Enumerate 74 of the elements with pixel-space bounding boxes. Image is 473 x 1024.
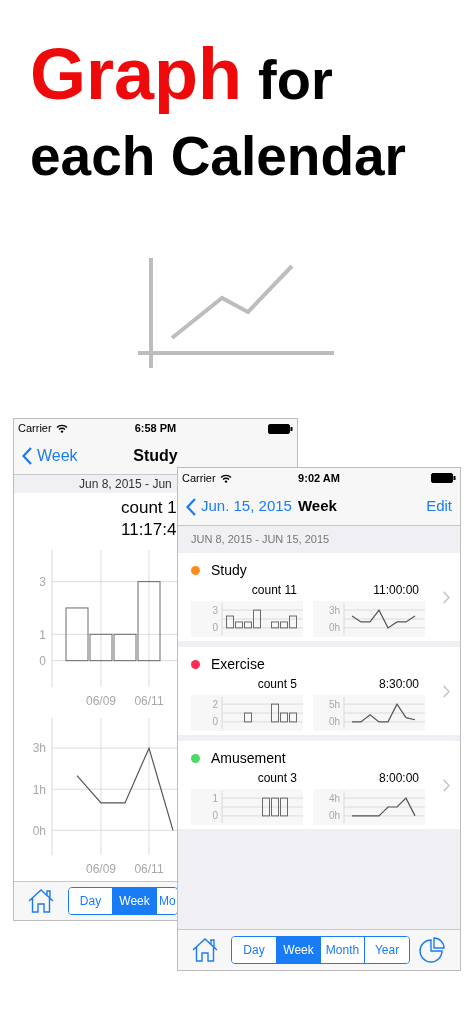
axis-label: 0h [328,622,340,633]
status-time: 6:58 PM [134,421,177,437]
home-icon[interactable] [192,938,218,962]
segment-tab[interactable]: Week [112,887,156,914]
segment-tab[interactable]: Day [232,937,276,963]
axis-label: 06/11 [134,861,164,876]
carrier-label: Carrier [18,421,52,437]
calendar-name: Exercise [211,655,265,674]
segment-tab[interactable]: Week [276,937,320,963]
nav-title: Study [133,445,178,466]
back-button[interactable]: Jun. 15, 2015 [186,495,292,518]
back-button[interactable]: Week [14,443,78,468]
chart-line [351,608,416,629]
axis-label: 0h [328,716,340,727]
axis-label: 1h [32,782,46,797]
axis-label: 3 [212,604,218,616]
edit-button[interactable]: Edit [426,495,452,518]
axis-label: 0 [39,653,46,668]
chart-line [351,702,416,722]
chevron-right-icon [443,590,450,604]
axis-label: 0 [212,622,218,633]
axis-label: 3 [39,574,46,589]
calendar-row[interactable]: Study count 11 3 0 11:00:00 3h 0h [178,553,460,641]
nav-title: Week [297,496,337,517]
segment-tab[interactable]: Year [364,937,409,963]
battery-icon [431,473,456,483]
axis-label: 2 [212,698,218,710]
carrier-label: Carrier [182,470,216,486]
count-label: count 5 [257,675,298,692]
chevron-right-icon [443,684,450,698]
back-chevron-icon [186,497,196,516]
duration-label: 11:17:4 [121,518,177,541]
axis-label: 3h [32,741,46,756]
chart-line [351,796,416,816]
headline-text: each Calendar [30,124,406,189]
battery-icon [268,423,293,434]
axis-label: 0h [328,810,340,821]
axis-label: 0h [32,823,46,838]
axis-label: 0 [212,716,218,727]
line-chart-icon [138,258,336,368]
date-range: Jun 8, 2015 - Jun [79,475,172,493]
axis-label: 06/09 [86,861,116,876]
axis-label: 4h [328,792,340,804]
count-label: count 1 [121,496,177,519]
headline-text: for [258,47,333,113]
segment-tab[interactable]: Mo [156,887,177,914]
status-time: 9:02 AM [298,470,340,486]
home-icon[interactable] [28,888,54,913]
segment-tab[interactable]: Month [320,937,364,963]
wifi-icon [219,473,232,483]
wifi-icon [55,424,68,434]
axis-label: 1 [212,792,218,804]
axis-label: 1 [39,627,46,642]
axis-label: 5h [328,698,340,710]
duration-label: 11:00:00 [373,581,420,598]
count-label: count 11 [251,581,298,598]
duration-label: 8:00:00 [378,769,420,786]
back-chevron-icon [22,446,32,465]
axis-label: 06/11 [134,693,164,708]
chevron-right-icon [443,778,450,792]
calendar-name: Amusement [211,749,286,768]
section-header: JUN 8, 2015 - JUN 15, 2015 [191,532,330,548]
duration-label: 8:30:00 [378,675,420,692]
segment-tab[interactable]: Day [69,887,112,914]
count-label: count 3 [257,769,298,786]
calendar-row[interactable]: Exercise count 5 2 0 8:30:00 5h 0h [178,647,460,735]
axis-label: 0 [212,810,218,821]
pie-chart-icon[interactable] [419,937,445,963]
calendar-name: Study [211,561,247,580]
calendar-row[interactable]: Amusement count 3 1 0 8:00:00 4h 0h [178,741,460,829]
headline-text: Graph [30,36,243,112]
chart-bar [244,712,252,722]
axis-label: 3h [328,604,340,616]
axis-label: 06/09 [86,693,116,708]
